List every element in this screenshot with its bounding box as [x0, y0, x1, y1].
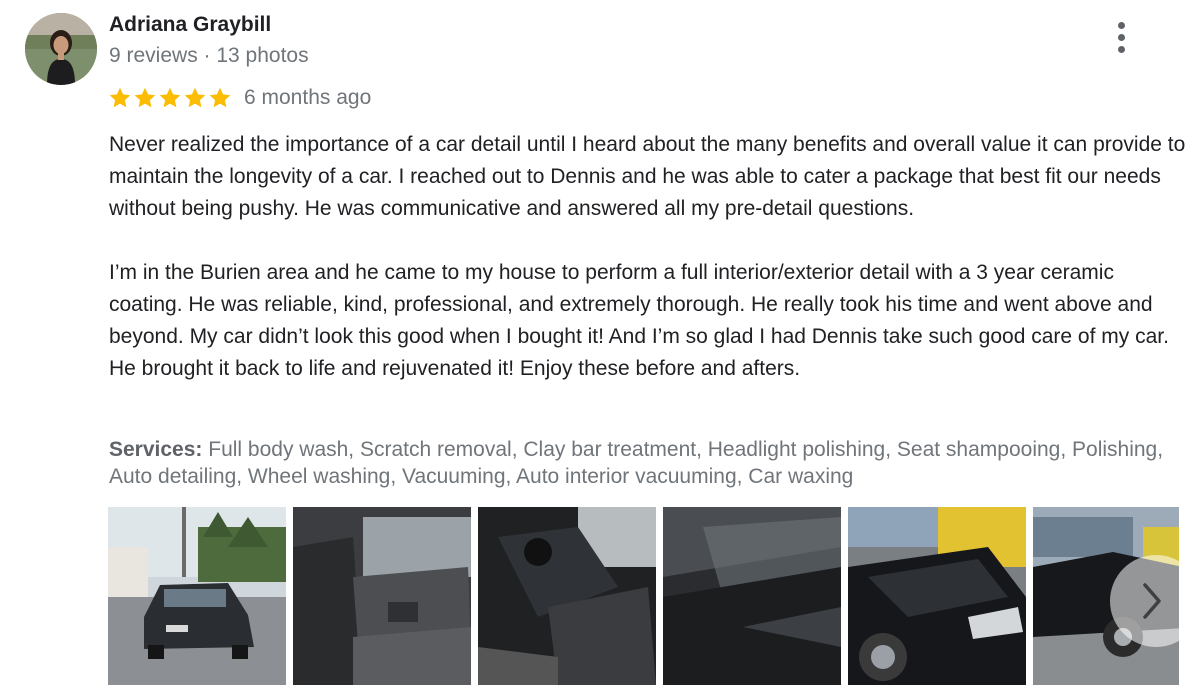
star-icon: [109, 87, 131, 108]
services-values: Full body wash, Scratch removal, Clay ba…: [109, 438, 1164, 488]
chevron-right-icon: [1143, 583, 1161, 619]
star-icon: [134, 87, 156, 108]
review-photo-1[interactable]: [108, 507, 286, 685]
review-photo-5[interactable]: [848, 507, 1026, 685]
more-options-button[interactable]: [1108, 18, 1136, 58]
review-paragraph: Never realized the importance of a car d…: [109, 133, 1186, 220]
review-photo-3[interactable]: [478, 507, 656, 685]
next-photos-button[interactable]: [1110, 555, 1200, 647]
avatar-photo: [25, 13, 97, 85]
author-name[interactable]: Adriana Graybill: [109, 13, 271, 37]
review-photo-2[interactable]: [293, 507, 471, 685]
star-icon: [159, 87, 181, 108]
star-icon: [209, 87, 231, 108]
review-text: Never realized the importance of a car d…: [109, 129, 1189, 385]
review-photo-4[interactable]: [663, 507, 841, 685]
star-icon: [184, 87, 206, 108]
photo-strip: [108, 507, 1179, 685]
author-avatar[interactable]: [25, 13, 97, 85]
review-paragraph: I’m in the Burien area and he came to my…: [109, 261, 1169, 380]
services-list: Services: Full body wash, Scratch remova…: [109, 436, 1184, 490]
rating-row: 6 months ago: [108, 84, 371, 112]
star-rating: [108, 86, 232, 110]
author-stats: 9 reviews · 13 photos: [109, 44, 309, 67]
services-label: Services:: [109, 438, 203, 461]
review-time: 6 months ago: [244, 86, 372, 109]
